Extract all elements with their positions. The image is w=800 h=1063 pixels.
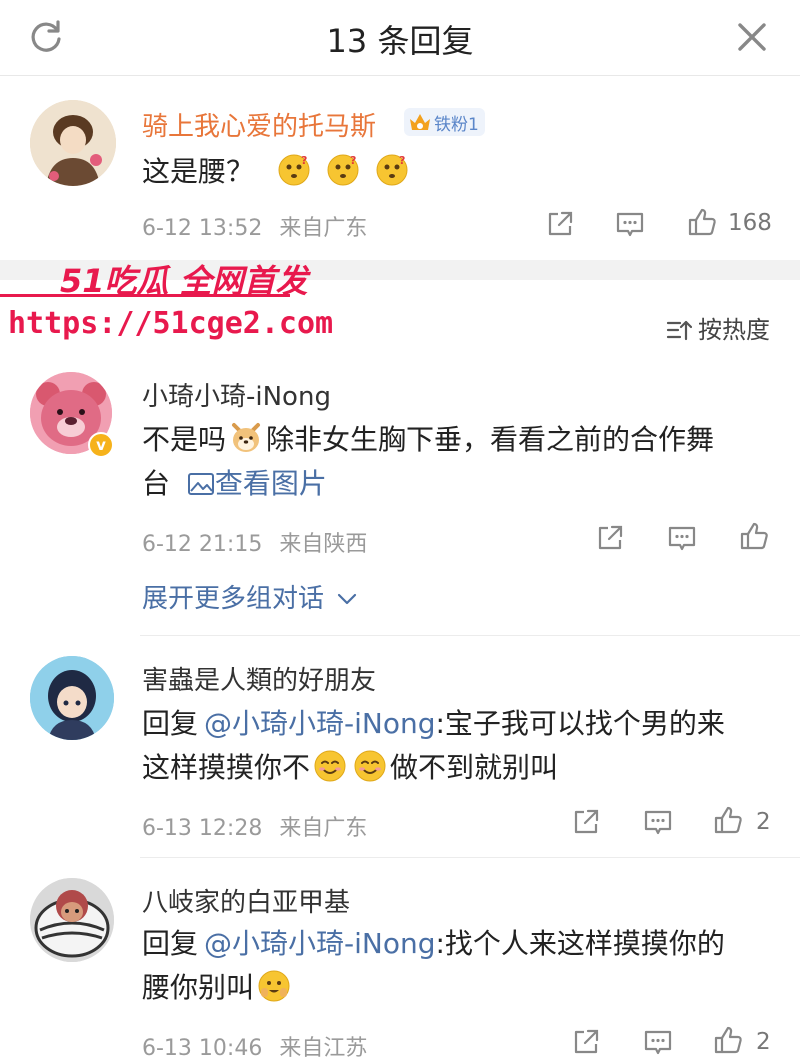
smile-face-icon [313, 749, 347, 783]
comment-text: 这是腰？ [142, 150, 412, 194]
sort-icon [666, 320, 693, 341]
image-icon [187, 473, 214, 495]
like-count: 168 [728, 210, 772, 236]
verified-icon: v [88, 432, 114, 458]
like-count: 2 [756, 1029, 771, 1055]
comment-meta: 6-12 13:52 来自广东 [142, 210, 367, 242]
location: 来自广东 [279, 816, 368, 841]
comment-icon[interactable] [642, 806, 674, 838]
watermark-logo: 51吃瓜 全网首发 [60, 262, 308, 300]
mention-link[interactable]: @小琦小琦-iNong [204, 927, 435, 960]
share-icon[interactable] [570, 806, 602, 838]
comment-meta: 6-13 10:46 来自江苏 [142, 1030, 367, 1062]
smile-face-icon [353, 749, 387, 783]
timestamp: 6-13 12:28 [142, 816, 263, 841]
like-count: 2 [756, 809, 771, 835]
divider [140, 635, 800, 636]
location: 来自广东 [279, 216, 368, 241]
mention-link[interactable]: @小琦小琦-iNong [204, 707, 435, 740]
comment-meta: 6-13 12:28 来自广东 [142, 810, 367, 842]
sort-label: 按热度 [698, 316, 770, 344]
thinking-face-icon [375, 153, 409, 187]
comment-text: 不是吗 除非女生胸下垂，看看之前的合作舞 台 查看图片 [142, 421, 715, 500]
share-icon[interactable] [570, 1026, 602, 1058]
comment-text: 回复 @小琦小琦-iNong:宝子我可以找个男的来 这样摸摸你不 做不到就别叫 [142, 707, 725, 784]
chevron-down-icon [338, 593, 357, 605]
crown-icon [410, 114, 430, 130]
location: 来自陕西 [279, 532, 368, 557]
blush-face-icon [257, 969, 291, 1003]
fan-badge: 铁粉1 [404, 108, 485, 136]
comment-icon[interactable] [642, 1026, 674, 1058]
watermark-url: https://51cge2.com [8, 306, 334, 341]
like-icon[interactable] [712, 804, 744, 836]
close-icon[interactable] [732, 17, 772, 57]
like-icon[interactable] [712, 1024, 744, 1056]
thinking-face-icon [277, 153, 311, 187]
comment-icon[interactable] [614, 208, 646, 240]
thinking-face-icon [326, 153, 360, 187]
timestamp: 6-12 13:52 [142, 216, 263, 241]
like-icon[interactable] [738, 520, 770, 552]
comment-meta: 6-12 21:15 来自陕西 [142, 526, 367, 558]
timestamp: 6-12 21:15 [142, 532, 263, 557]
fan-badge-label: 铁粉1 [434, 114, 479, 135]
comment-text: 回复 @小琦小琦-iNong:找个人来这样摸摸你的 腰你别叫 [142, 927, 725, 1004]
like-icon[interactable] [686, 206, 718, 238]
divider [140, 857, 800, 858]
avatar[interactable] [30, 878, 114, 962]
avatar[interactable] [30, 656, 114, 740]
share-icon[interactable] [594, 522, 626, 554]
username[interactable]: 八岐家的白亚甲基 [142, 882, 350, 919]
avatar[interactable] [30, 100, 116, 186]
dialog-title: 13 条回复 [326, 22, 474, 60]
sort-button[interactable]: 按热度 [666, 310, 770, 345]
view-image-link[interactable]: 查看图片 [187, 467, 327, 500]
dog-face-icon [229, 421, 263, 455]
share-icon[interactable] [544, 208, 576, 240]
username[interactable]: 骑上我心爱的托马斯 [142, 106, 376, 143]
username[interactable]: 害蟲是人類的好朋友 [142, 660, 376, 697]
expand-more-link[interactable]: 展开更多组对话 [142, 578, 358, 615]
comment-icon[interactable] [666, 522, 698, 554]
timestamp: 6-13 10:46 [142, 1036, 263, 1061]
username[interactable]: 小琦小琦-iNong [142, 376, 331, 413]
location: 来自江苏 [279, 1036, 368, 1061]
dialog-header: 13 条回复 [0, 0, 800, 76]
